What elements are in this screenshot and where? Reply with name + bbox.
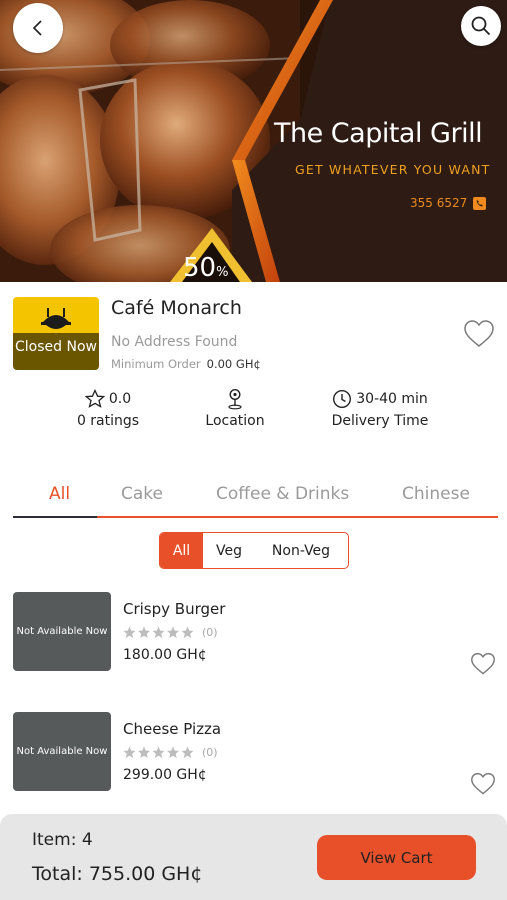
item-name: Cheese Pizza bbox=[123, 720, 222, 738]
tab-underline bbox=[97, 516, 498, 518]
tab-coffee-drinks[interactable]: Coffee & Drinks bbox=[216, 484, 349, 504]
tab-active-indicator bbox=[13, 516, 97, 518]
banner-promo-value: 50 bbox=[183, 253, 217, 282]
menu-item[interactable]: Not Available Now Cheese Pizza (0) 299.0… bbox=[0, 712, 507, 802]
filter-all[interactable]: All bbox=[160, 533, 203, 568]
banner-promo-unit: % bbox=[216, 265, 229, 280]
star-icon bbox=[123, 626, 194, 638]
banner-phone: 355 6527 bbox=[410, 196, 487, 210]
restaurant-name: Café Monarch bbox=[111, 297, 242, 319]
item-rating-count: (0) bbox=[202, 746, 218, 759]
restaurant-status: Closed Now bbox=[15, 339, 97, 355]
star-icon bbox=[123, 746, 194, 758]
phone-icon bbox=[473, 196, 487, 210]
item-thumbnail: Not Available Now bbox=[13, 592, 111, 671]
filter-veg[interactable]: Veg bbox=[203, 533, 255, 568]
search-icon bbox=[471, 16, 491, 36]
heart-icon[interactable] bbox=[470, 652, 496, 676]
minimum-order-label: Minimum Order bbox=[111, 357, 201, 371]
restaurant-address: No Address Found bbox=[111, 334, 238, 350]
category-tabs: All Cake Coffee & Drinks Chinese bbox=[13, 480, 498, 520]
cloche-icon bbox=[41, 308, 71, 329]
heart-icon[interactable] bbox=[463, 319, 495, 349]
star-icon bbox=[84, 389, 105, 408]
item-thumbnail: Not Available Now bbox=[13, 712, 111, 791]
item-rating: (0) bbox=[123, 746, 218, 759]
tab-cake[interactable]: Cake bbox=[121, 484, 163, 504]
rating-count: 0 ratings bbox=[76, 413, 140, 429]
location-pin-icon bbox=[228, 388, 242, 410]
cart-bar: Item: 4 Total: 755.00 GH¢ View Cart bbox=[0, 814, 507, 900]
delivery-time-stat: 30-40 min Delivery Time bbox=[322, 388, 438, 429]
back-arrow-icon bbox=[32, 20, 42, 36]
back-button[interactable] bbox=[13, 3, 63, 53]
tab-all[interactable]: All bbox=[49, 484, 70, 504]
cart-item-count: Item: 4 bbox=[32, 830, 93, 850]
search-button[interactable] bbox=[461, 6, 501, 46]
item-price: 299.00 GH¢ bbox=[123, 767, 207, 783]
restaurant-banner: The Capital Grill GET WHATEVER YOU WANT … bbox=[0, 0, 507, 282]
rating-value: 0.0 bbox=[108, 391, 132, 407]
tab-chinese[interactable]: Chinese bbox=[402, 484, 470, 504]
cart-total: Total: 755.00 GH¢ bbox=[32, 863, 203, 885]
minimum-order-value: 0.00 GH¢ bbox=[206, 357, 261, 371]
item-name: Crispy Burger bbox=[123, 600, 226, 618]
item-rating: (0) bbox=[123, 626, 218, 639]
ratings-stat: 0.0 0 ratings bbox=[68, 388, 148, 429]
restaurant-logo: Closed Now bbox=[13, 297, 99, 370]
view-cart-button[interactable]: View Cart bbox=[317, 835, 476, 880]
delivery-time-label: Delivery Time bbox=[331, 413, 429, 429]
filter-non-veg[interactable]: Non-Veg bbox=[255, 533, 347, 568]
delivery-time-value: 30-40 min bbox=[356, 391, 428, 407]
banner-promo: 50% bbox=[183, 253, 228, 282]
banner-tagline: GET WHATEVER YOU WANT bbox=[295, 162, 491, 177]
menu-item[interactable]: Not Available Now Crispy Burger (0) 180.… bbox=[0, 592, 507, 682]
clock-icon bbox=[333, 389, 352, 409]
banner-title: The Capital Grill bbox=[274, 118, 483, 149]
minimum-order: Minimum Order 0.00 GH¢ bbox=[111, 357, 261, 371]
item-rating-count: (0) bbox=[202, 626, 218, 639]
diet-filter: All Veg Non-Veg bbox=[159, 532, 349, 569]
heart-icon[interactable] bbox=[470, 772, 496, 796]
item-price: 180.00 GH¢ bbox=[123, 647, 207, 663]
location-stat[interactable]: Location bbox=[195, 388, 275, 429]
location-label: Location bbox=[205, 413, 265, 429]
banner-phone-number: 355 6527 bbox=[410, 196, 468, 210]
